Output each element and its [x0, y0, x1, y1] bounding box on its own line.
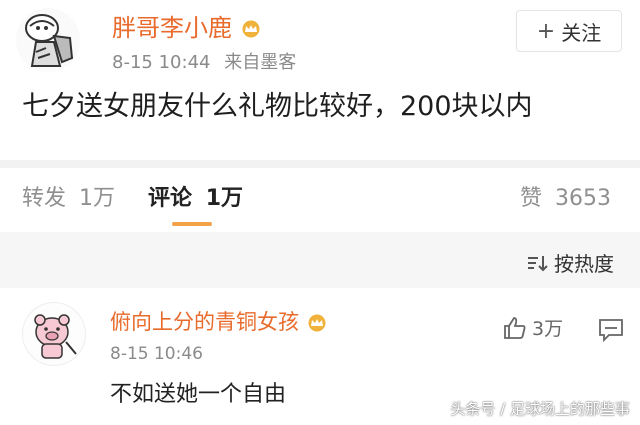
- commenter-name-text[interactable]: 俯向上分的青铜女孩: [110, 310, 299, 334]
- repost-label: 转发: [22, 186, 67, 211]
- post-time: 10:44: [158, 52, 211, 73]
- follow-button[interactable]: + 关注: [516, 10, 622, 52]
- like-label: 赞: [520, 186, 543, 211]
- plus-icon: +: [536, 18, 556, 44]
- pig-avatar-icon: [34, 314, 77, 359]
- like-tab[interactable]: 赞 3653: [520, 180, 611, 212]
- sort-by-hot-button[interactable]: 按热度: [526, 248, 614, 277]
- comment-reply-icon: [599, 319, 623, 343]
- commenter-name[interactable]: 俯向上分的青铜女孩: [110, 306, 328, 336]
- comment-like-button[interactable]: 3万: [502, 314, 563, 341]
- commenter-avatar[interactable]: [22, 302, 86, 366]
- author-name[interactable]: 胖哥李小鹿: [112, 8, 262, 43]
- comment-reply-button[interactable]: [598, 318, 624, 346]
- comment-tab[interactable]: 评论 1万: [148, 180, 243, 212]
- comment-count: 1万: [205, 186, 243, 211]
- comment-label: 评论: [148, 186, 193, 211]
- vip-crown-icon: [308, 314, 326, 332]
- watermark: 头条号 / 足球场上的那些事: [450, 400, 630, 418]
- comment-text: 不如送她一个自由: [110, 382, 287, 407]
- repost-count: 1万: [79, 186, 116, 211]
- sort-label: 按热度: [554, 252, 614, 276]
- thumbs-up-icon: [504, 316, 526, 339]
- comment-like-count: 3万: [532, 318, 564, 340]
- like-count: 3653: [555, 186, 612, 211]
- author-avatar[interactable]: [16, 8, 80, 72]
- follow-label: 关注: [561, 20, 602, 45]
- post-text: 七夕送女朋友什么礼物比较好，200块以内: [22, 91, 533, 122]
- comment-time: 8-15 10:46: [110, 344, 203, 364]
- post-source: 来自墨客: [224, 52, 297, 73]
- post-date: 8-15: [112, 52, 153, 73]
- repost-tab[interactable]: 转发 1万: [22, 180, 115, 212]
- active-tab-indicator: [172, 222, 212, 226]
- doodle-avatar-icon: [25, 14, 74, 67]
- section-divider: [0, 160, 640, 168]
- sort-icon: [528, 255, 548, 271]
- vip-crown-icon: [242, 20, 260, 38]
- author-name-text[interactable]: 胖哥李小鹿: [112, 14, 232, 42]
- post-meta: 8-15 10:44 来自墨客: [112, 48, 296, 74]
